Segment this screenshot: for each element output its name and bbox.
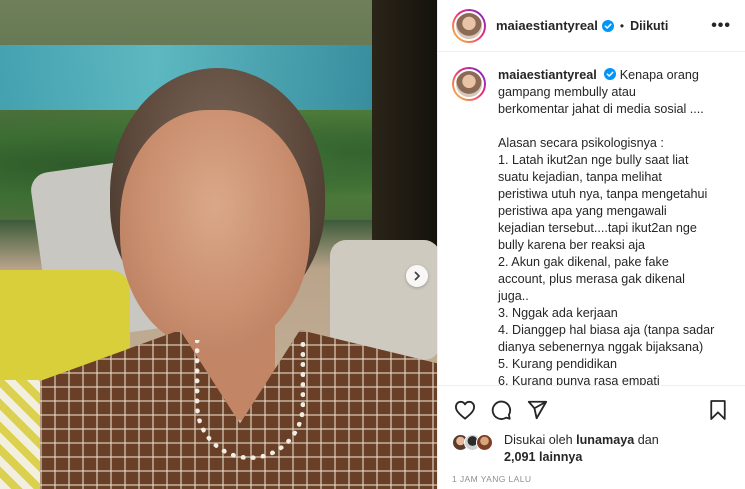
caption-line: berkomentar jahat di media sosial .... xyxy=(498,102,704,116)
likes-prefix: Disukai oleh xyxy=(504,433,573,447)
post-photo[interactable] xyxy=(0,0,437,489)
comment-icon xyxy=(491,400,512,420)
caption-line: 3. Nggak ada kerjaan xyxy=(498,306,618,320)
caption-line: Alasan secara psikologisnya : xyxy=(498,136,664,150)
liked-by-username-link[interactable]: lunamaya xyxy=(576,433,634,447)
following-button[interactable]: Diikuti xyxy=(630,19,668,33)
caption-line: bully karena ber reaksi aja xyxy=(498,238,646,252)
caption-line: 5. Kurang pendidikan xyxy=(498,357,618,371)
caption-text: maiaestiantyreal Kenapa orang gampang me… xyxy=(498,67,728,385)
photo-pearl-necklace xyxy=(195,340,305,460)
post-action-bar xyxy=(438,385,745,433)
verified-badge-icon xyxy=(604,68,617,80)
photo-face xyxy=(120,110,310,350)
post-side-panel: maiaestiantyreal • Diikuti ••• maiaestia… xyxy=(437,0,745,489)
caption-line: account, plus merasa gak dikenal xyxy=(498,272,685,286)
send-icon xyxy=(527,400,548,419)
caption-line: juga.. xyxy=(498,289,529,303)
header-separator: • xyxy=(619,18,625,33)
liker-avatar[interactable] xyxy=(476,434,493,451)
verified-badge-icon xyxy=(601,19,614,32)
post-header: maiaestiantyreal • Diikuti ••• xyxy=(438,0,745,52)
bookmark-icon xyxy=(710,399,726,420)
caption-line: suatu kejadian, tanpa melihat xyxy=(498,170,662,184)
caption-username-link[interactable]: maiaestiantyreal xyxy=(498,68,597,82)
caption-first-line: maiaestiantyreal Kenapa orang xyxy=(498,67,728,84)
likes-conjunction: dan xyxy=(637,433,659,447)
caption-line: 6. Kurang punya rasa empati xyxy=(498,374,660,385)
caption-line: peristiwa apa yang mengawali xyxy=(498,204,667,218)
caption-line: 4. Dianggep hal biasa aja (tanpa sadar xyxy=(498,323,715,337)
likes-others-link[interactable]: 2,091 lainnya xyxy=(504,450,582,464)
caption-line: kejadian tersebut....tapi ikut2an nge xyxy=(498,221,697,235)
caption-line: dianya sebenernya nggak bijaksana) xyxy=(498,340,704,354)
heart-icon xyxy=(454,400,475,420)
likes-text: Disukai oleh lunamaya dan 2,091 lainnya xyxy=(504,432,659,466)
author-avatar[interactable] xyxy=(452,8,486,43)
caption-line: 2. Akun gak dikenal, pake fake xyxy=(498,255,669,269)
caption-line: gampang membully atau xyxy=(498,85,636,99)
caption-line: peristiwa utuh nya, tanpa mengetahui xyxy=(498,187,708,201)
like-button[interactable] xyxy=(450,395,480,425)
caption-area: maiaestiantyreal Kenapa orang gampang me… xyxy=(438,53,745,385)
likes-summary: Disukai oleh lunamaya dan 2,091 lainnya xyxy=(452,432,659,466)
share-button[interactable] xyxy=(522,395,552,425)
liker-avatars xyxy=(452,434,493,451)
author-username-link[interactable]: maiaestiantyreal xyxy=(496,18,598,33)
comment-button[interactable] xyxy=(486,395,516,425)
chevron-right-icon xyxy=(414,271,420,281)
caption-line: Kenapa orang xyxy=(619,68,699,82)
post-timestamp[interactable]: 1 JAM YANG LALU xyxy=(452,474,531,484)
carousel-next-button[interactable] xyxy=(406,265,428,287)
caption-author-avatar[interactable] xyxy=(452,67,486,101)
more-options-icon[interactable]: ••• xyxy=(711,17,731,35)
caption-line: 1. Latah ikut2an nge bully saat liat xyxy=(498,153,689,167)
save-button[interactable] xyxy=(703,395,733,425)
